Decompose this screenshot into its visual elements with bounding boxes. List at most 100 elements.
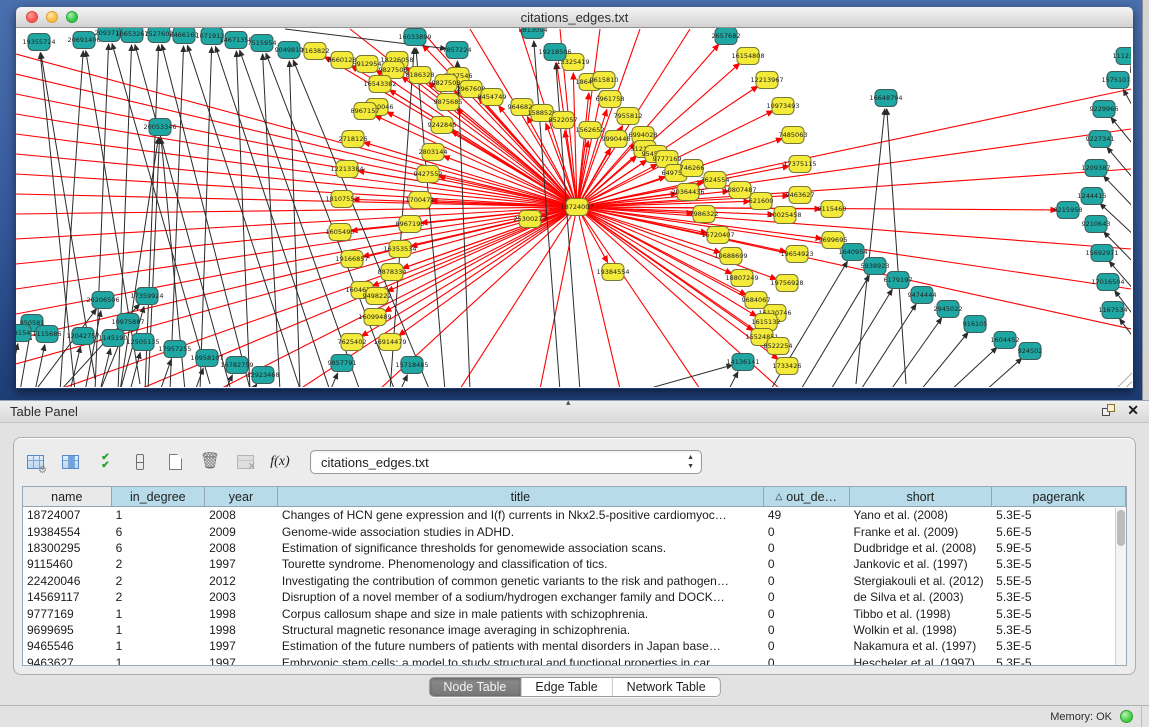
graph-node[interactable]: 12505135 bbox=[126, 334, 159, 351]
graph-node[interactable]: 39154 bbox=[16, 325, 31, 342]
graph-node[interactable]: 1209387 bbox=[1082, 160, 1111, 177]
graph-node[interactable]: 2657682 bbox=[712, 28, 741, 45]
table-row[interactable]: 969969511998Structural magnetic resonanc… bbox=[23, 622, 1126, 638]
graph-node[interactable]: 9857791 bbox=[328, 355, 357, 372]
graph-node[interactable]: 916105 bbox=[963, 316, 988, 333]
graph-node[interactable]: 15718485 bbox=[395, 357, 428, 374]
graph-node[interactable]: 9427552 bbox=[414, 166, 443, 183]
graph-node[interactable]: 1112304 bbox=[1113, 48, 1131, 65]
column-header-year[interactable]: year bbox=[205, 487, 278, 506]
graph-node[interactable]: 15692971 bbox=[1085, 245, 1118, 262]
graph-node[interactable]: 1604452 bbox=[991, 332, 1020, 349]
graph-node[interactable]: 9242845 bbox=[428, 117, 457, 134]
graph-node[interactable]: 621600 bbox=[749, 193, 774, 210]
network-canvas[interactable]: 7163822866012859129541822605898275068186… bbox=[16, 28, 1133, 388]
graph-node[interactable]: 8967157 bbox=[351, 103, 380, 120]
graph-node[interactable]: 9227341 bbox=[1086, 131, 1115, 148]
graph-node[interactable]: 6961758 bbox=[596, 91, 625, 108]
table-row[interactable]: 911546021997Tourette syndrome. Phenomeno… bbox=[23, 556, 1126, 572]
graph-node[interactable]: 1605490 bbox=[326, 224, 355, 241]
graph-node[interactable]: 19166857 bbox=[335, 251, 368, 268]
graph-node[interactable]: 2803144 bbox=[419, 144, 448, 161]
table-row[interactable]: 977716911998Corpus callosum shape and si… bbox=[23, 605, 1126, 621]
graph-node[interactable]: 16648794 bbox=[869, 90, 902, 107]
network-window-titlebar[interactable]: citations_edges.txt bbox=[16, 7, 1133, 28]
splitter-collapse-icon[interactable]: ▴ bbox=[566, 397, 571, 408]
row-height-button[interactable] bbox=[129, 451, 151, 473]
column-header-title[interactable]: title bbox=[278, 487, 764, 506]
float-panel-icon[interactable] bbox=[1102, 404, 1115, 417]
graph-node[interactable]: 7163822 bbox=[301, 43, 330, 60]
table-row[interactable]: 1938455462009Genome-wide association stu… bbox=[23, 523, 1126, 539]
table-select-dropdown[interactable]: citations_edges.txt ▲▼ bbox=[310, 450, 702, 474]
graph-node[interactable]: 8215958 bbox=[1054, 202, 1083, 219]
graph-node[interactable]: 9474444 bbox=[908, 287, 937, 304]
graph-node[interactable]: 6179197 bbox=[884, 272, 913, 289]
graph-node[interactable]: 9990448 bbox=[602, 131, 631, 148]
graph-node[interactable]: 1115686 bbox=[33, 326, 62, 343]
column-header-short[interactable]: short bbox=[850, 487, 993, 506]
graph-node[interactable]: 7986322 bbox=[690, 206, 719, 223]
graph-node[interactable]: 5912954 bbox=[353, 56, 382, 73]
graph-node[interactable]: 2718126 bbox=[339, 131, 368, 148]
graph-node[interactable]: 19355724 bbox=[22, 34, 55, 51]
graph-node[interactable]: 9498222 bbox=[363, 288, 392, 305]
graph-node[interactable]: 1562652 bbox=[576, 122, 605, 139]
graph-node[interactable]: 8522254 bbox=[764, 338, 793, 355]
table-row[interactable]: 946362711997Embryonic stem cells: a mode… bbox=[23, 655, 1126, 666]
graph-node[interactable]: 12213967 bbox=[750, 72, 783, 89]
graph-node[interactable]: 9615810 bbox=[590, 72, 619, 89]
zoom-window-icon[interactable] bbox=[66, 11, 78, 23]
column-header-name[interactable]: name bbox=[23, 487, 112, 506]
graph-node[interactable]: 17957255 bbox=[158, 341, 191, 358]
table-row[interactable]: 2242004622012Investigating the contribut… bbox=[23, 573, 1126, 589]
table-row[interactable]: 1830029562008Estimation of significance … bbox=[23, 540, 1126, 556]
column-header-indegree[interactable]: in_degree bbox=[112, 487, 205, 506]
graph-node[interactable]: 1733426 bbox=[773, 358, 802, 375]
graph-node[interactable]: 1244415 bbox=[1078, 188, 1107, 205]
show-columns-button[interactable] bbox=[59, 451, 81, 473]
scrollbar-thumb[interactable] bbox=[1117, 510, 1125, 546]
graph-node[interactable]: 19654923 bbox=[780, 246, 813, 263]
graph-node[interactable]: 1700471 bbox=[406, 192, 435, 209]
graph-node[interactable]: 9463627 bbox=[786, 187, 815, 204]
graph-node[interactable]: 9229966 bbox=[1090, 101, 1119, 118]
tab-network-table[interactable]: Network Table bbox=[613, 678, 720, 696]
graph-node[interactable]: 8878334 bbox=[378, 264, 407, 281]
graph-node[interactable]: 16033809 bbox=[398, 29, 431, 46]
graph-node[interactable]: 12923468 bbox=[246, 367, 279, 384]
graph-node[interactable]: 14136141 bbox=[726, 354, 759, 371]
close-panel-icon[interactable]: ✕ bbox=[1127, 403, 1139, 417]
graph-node[interactable]: 8454749 bbox=[478, 89, 507, 106]
graph-node[interactable]: 5938923 bbox=[861, 258, 890, 275]
graph-node[interactable]: 1167534 bbox=[1099, 302, 1128, 319]
graph-node[interactable]: 8186328 bbox=[406, 67, 435, 84]
graph-node[interactable]: 9049819 bbox=[275, 42, 304, 59]
graph-node[interactable]: 17016504 bbox=[1091, 274, 1124, 291]
graph-node[interactable]: 8813054 bbox=[519, 28, 548, 39]
graph-node[interactable]: 18807249 bbox=[725, 270, 758, 287]
create-column-button[interactable] bbox=[164, 451, 186, 473]
table-row[interactable]: 946554611997Estimation of the future num… bbox=[23, 638, 1126, 654]
column-header-outde[interactable]: △out_de… bbox=[764, 487, 850, 506]
graph-node[interactable]: 9210643 bbox=[1082, 216, 1111, 233]
graph-node[interactable]: 2945022 bbox=[934, 301, 963, 318]
column-header-pagerank[interactable]: pagerank bbox=[992, 487, 1126, 506]
graph-node[interactable]: 7485063 bbox=[779, 127, 808, 144]
graph-node[interactable]: 16154808 bbox=[731, 48, 764, 65]
graph-node[interactable]: 924502 bbox=[1018, 343, 1043, 360]
graph-node[interactable]: 10975887 bbox=[111, 314, 144, 331]
graph-node[interactable]: 7515954 bbox=[248, 35, 277, 52]
graph-node[interactable]: 20206506 bbox=[86, 292, 119, 309]
graph-node[interactable]: 9875685 bbox=[434, 94, 463, 111]
select-columns-button[interactable]: ✔✔ bbox=[94, 451, 116, 473]
table-mode-button[interactable]: ⚙ bbox=[24, 451, 46, 473]
close-window-icon[interactable] bbox=[26, 11, 38, 23]
graph-node[interactable]: 19756928 bbox=[770, 275, 803, 292]
graph-node[interactable]: 8522057 bbox=[549, 112, 578, 129]
graph-node[interactable]: 1615132 bbox=[752, 314, 781, 331]
table-row[interactable]: 1872400712008Changes of HCN gene express… bbox=[23, 507, 1126, 523]
graph-node[interactable]: 17375115 bbox=[783, 156, 816, 173]
graph-node[interactable]: 7955812 bbox=[614, 108, 643, 125]
graph-node[interactable]: 1145190 bbox=[99, 330, 128, 347]
